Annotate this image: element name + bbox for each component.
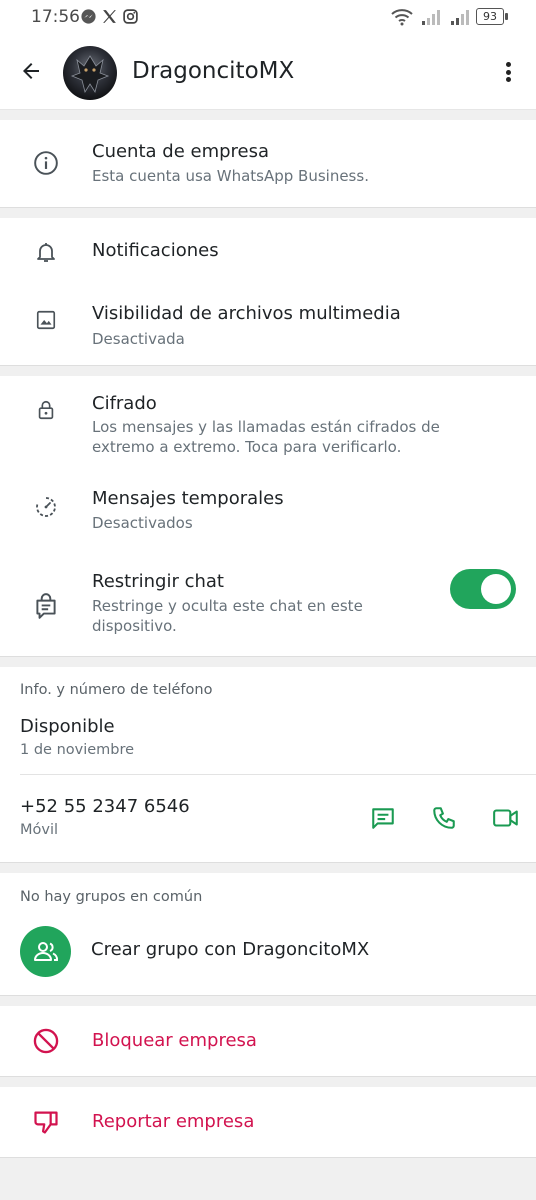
battery-level: 93	[483, 10, 497, 23]
disappearing-messages-title: Mensajes temporales	[92, 488, 284, 509]
about-row[interactable]: Disponible 1 de noviembre	[0, 707, 536, 771]
instagram-icon	[123, 9, 138, 24]
settings-card: Notificaciones Visibilidad de archivos m…	[0, 218, 536, 366]
phone-type: Móvil	[20, 822, 59, 838]
info-icon	[32, 149, 60, 177]
more-options-button[interactable]	[498, 59, 518, 85]
dot	[505, 69, 511, 75]
media-visibility-title: Visibilidad de archivos multimedia	[92, 303, 401, 324]
dot	[505, 62, 511, 67]
groups-card: No hay grupos en común Crear grupo con D…	[0, 873, 536, 996]
message-icon	[372, 808, 394, 829]
business-account-title: Cuenta de empresa	[92, 141, 270, 162]
block-business-label: Bloquear empresa	[92, 1030, 257, 1051]
x-icon	[103, 10, 116, 23]
phone-number: +52 55 2347 6546	[20, 796, 190, 817]
encryption-title: Cifrado	[92, 393, 157, 414]
about-text: Disponible	[20, 716, 115, 737]
video-icon	[493, 809, 518, 827]
status-time: 17:56	[31, 7, 80, 27]
message-button[interactable]	[368, 803, 398, 833]
block-card: Bloquear empresa	[0, 1006, 536, 1077]
encryption-subtitle: Los mensajes y las llamadas están cifrad…	[92, 418, 440, 456]
notifications-row[interactable]: Notificaciones	[0, 218, 536, 286]
toggle-knob	[481, 574, 511, 604]
chat-lock-icon	[32, 592, 60, 620]
business-account-row[interactable]: Cuenta de empresa Esta cuenta usa WhatsA…	[0, 120, 536, 208]
privacy-card: Cifrado Los mensajes y las llamadas está…	[0, 376, 536, 657]
dragon-avatar-image	[63, 46, 117, 100]
business-account-subtitle: Esta cuenta usa WhatsApp Business.	[92, 167, 369, 185]
signal-icon-1	[422, 10, 440, 25]
contact-info-card: Info. y número de teléfono Disponible 1 …	[0, 667, 536, 863]
phone-row[interactable]: +52 55 2347 6546 Móvil	[0, 775, 536, 863]
create-group-row[interactable]: Crear grupo con DragoncitoMX	[0, 919, 536, 996]
lock-chat-toggle[interactable]	[450, 569, 516, 609]
report-card: Reportar empresa	[0, 1087, 536, 1158]
lock-icon	[32, 396, 60, 424]
battery-icon: 93	[476, 8, 504, 25]
info-section-label: Info. y número de teléfono	[20, 682, 213, 698]
lock-chat-row[interactable]: Restringir chat Restringe y oculta este …	[0, 560, 536, 657]
dot	[505, 77, 511, 82]
encryption-row[interactable]: Cifrado Los mensajes y las llamadas está…	[0, 376, 536, 472]
lock-chat-title: Restringir chat	[92, 571, 224, 592]
arrow-back-icon	[23, 63, 39, 79]
back-button[interactable]	[16, 56, 46, 86]
groups-section-label: No hay grupos en común	[20, 889, 203, 905]
block-business-row[interactable]: Bloquear empresa	[0, 1006, 536, 1077]
business-account-card: Cuenta de empresa Esta cuenta usa WhatsA…	[0, 120, 536, 208]
thumbs-down-icon	[32, 1108, 60, 1136]
status-bar: 17:56 93	[0, 0, 536, 34]
phone-icon	[433, 807, 455, 829]
contact-header: DragoncitoMX	[0, 34, 536, 110]
image-icon	[32, 306, 60, 334]
timer-icon	[32, 493, 60, 521]
disappearing-messages-subtitle: Desactivados	[92, 514, 193, 532]
contact-name[interactable]: DragoncitoMX	[132, 58, 294, 84]
wifi-icon	[391, 9, 413, 26]
create-group-label: Crear grupo con DragoncitoMX	[91, 939, 370, 960]
block-icon	[32, 1027, 60, 1055]
messenger-icon	[81, 9, 96, 24]
group-add-icon	[20, 926, 71, 977]
notifications-title: Notificaciones	[92, 240, 219, 261]
media-visibility-row[interactable]: Visibilidad de archivos multimedia Desac…	[0, 286, 536, 366]
media-visibility-subtitle: Desactivada	[92, 330, 185, 348]
report-business-row[interactable]: Reportar empresa	[0, 1087, 536, 1158]
bell-icon	[32, 238, 60, 266]
voice-call-button[interactable]	[429, 803, 459, 833]
lock-chat-subtitle: Restringe y oculta este chat en este dis…	[92, 597, 363, 635]
report-business-label: Reportar empresa	[92, 1111, 255, 1132]
about-date: 1 de noviembre	[20, 742, 135, 758]
contact-avatar[interactable]	[63, 46, 117, 100]
video-call-button[interactable]	[491, 803, 521, 833]
disappearing-messages-row[interactable]: Mensajes temporales Desactivados	[0, 472, 536, 560]
signal-icon-2	[451, 10, 469, 25]
battery-tip	[505, 13, 508, 20]
